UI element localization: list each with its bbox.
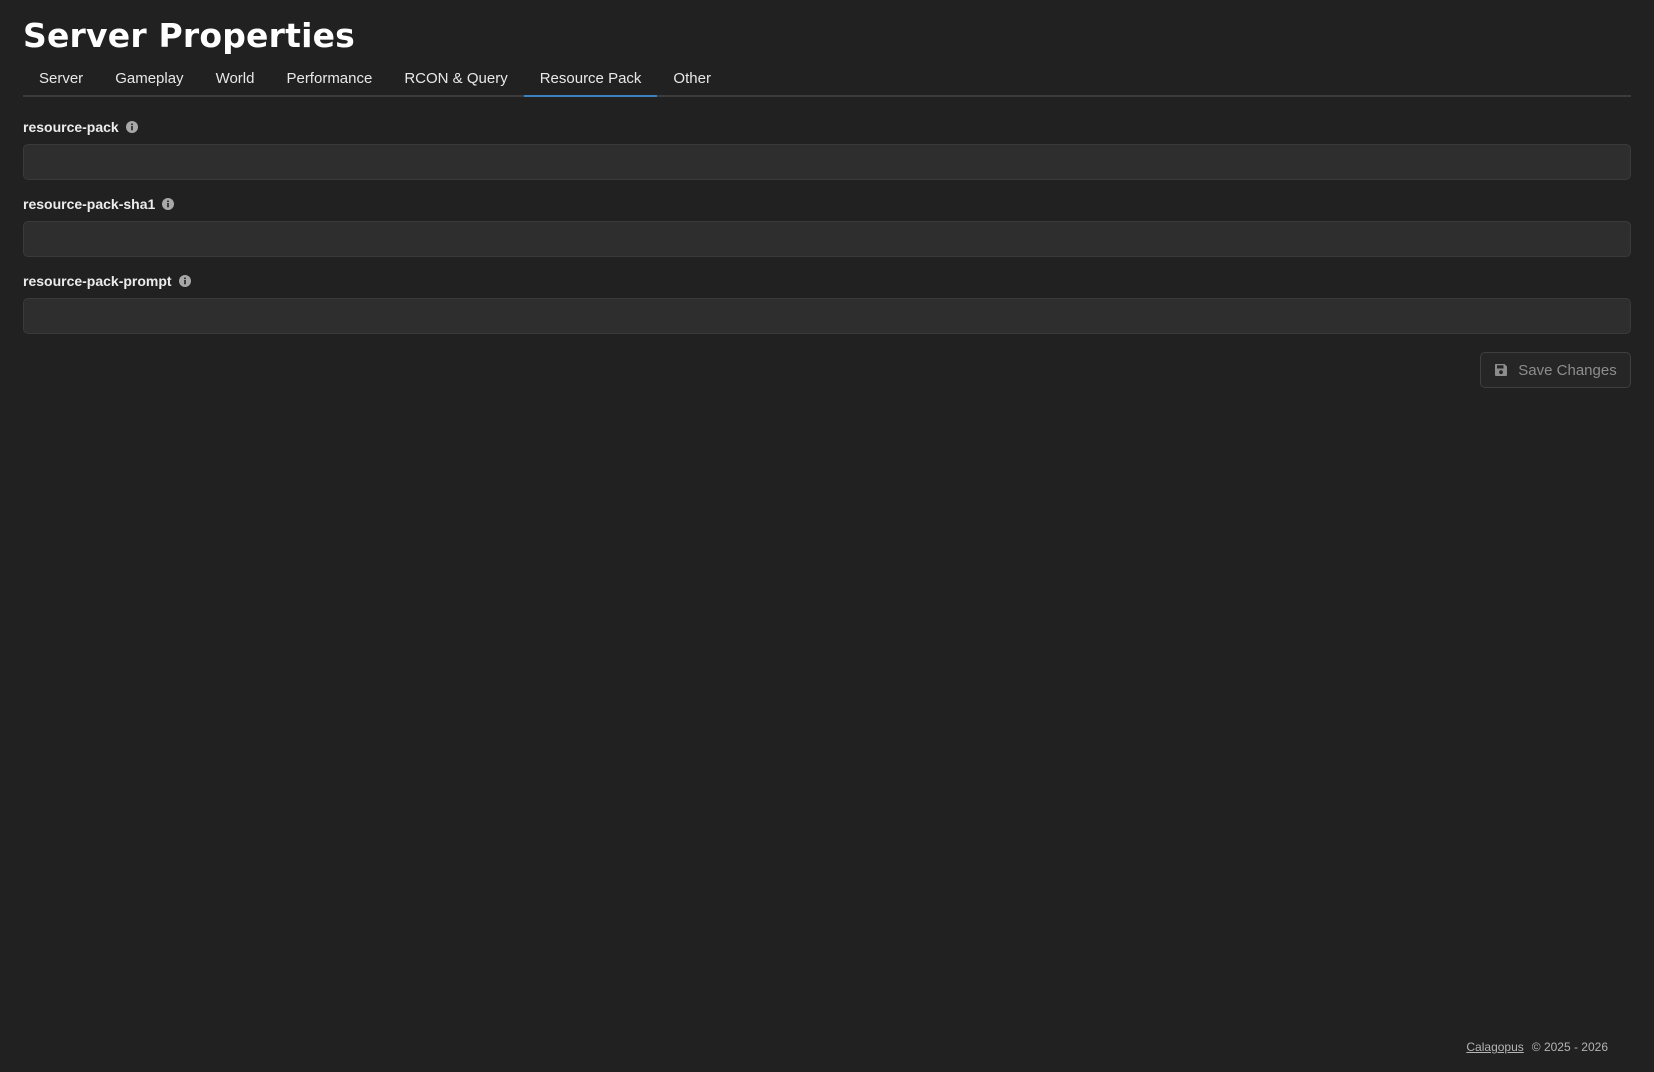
footer-copyright: © 2025 - 2026 [1531,1040,1608,1054]
tab-server[interactable]: Server [23,62,99,95]
info-icon[interactable] [125,121,138,133]
tab-world[interactable]: World [200,62,271,95]
info-icon[interactable] [162,198,175,210]
field-label: resource-pack [23,119,119,135]
tab-rcon-query[interactable]: RCON & Query [388,62,523,95]
field-resource-pack-prompt: resource-pack-prompt [23,272,1631,334]
field-label-row: resource-pack [23,118,1631,136]
field-label: resource-pack-prompt [23,273,172,289]
field-resource-pack: resource-pack [23,118,1631,180]
page: Server Properties Server Gameplay World … [0,0,1654,1072]
tab-bar: Server Gameplay World Performance RCON &… [23,62,1631,97]
field-label-row: resource-pack-sha1 [23,195,1631,213]
footer: Calagopus © 2025 - 2026 [1466,1040,1608,1054]
field-resource-pack-sha1: resource-pack-sha1 [23,195,1631,257]
tab-resource-pack[interactable]: Resource Pack [523,62,658,97]
info-icon[interactable] [178,275,191,287]
resource-pack-sha1-input[interactable] [23,221,1631,257]
tab-other[interactable]: Other [657,62,727,95]
page-title: Server Properties [23,16,355,55]
resource-pack-input[interactable] [23,144,1631,180]
tab-gameplay[interactable]: Gameplay [99,62,199,95]
field-label-row: resource-pack-prompt [23,272,1631,290]
tab-performance[interactable]: Performance [270,62,388,95]
resource-pack-prompt-input[interactable] [23,298,1631,334]
field-label: resource-pack-sha1 [23,196,156,212]
save-button-label: Save Changes [1518,361,1617,379]
save-button[interactable]: Save Changes [1480,352,1631,388]
save-icon [1495,364,1508,376]
footer-brand-link[interactable]: Calagopus [1466,1040,1523,1054]
